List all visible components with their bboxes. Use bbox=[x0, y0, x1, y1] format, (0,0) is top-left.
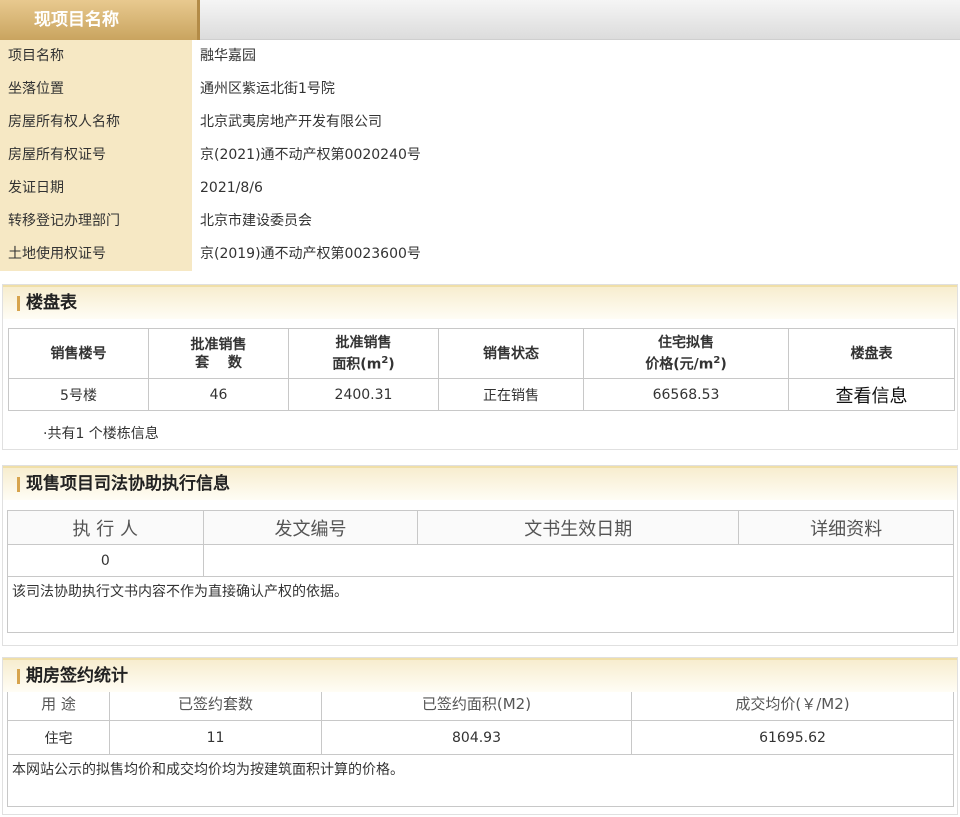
cell: 46 bbox=[148, 378, 289, 411]
table-row: 住宅 11 804.93 61695.62 bbox=[7, 720, 954, 755]
col-header: 批准销售 面积(m2) bbox=[288, 328, 439, 379]
info-value: 2021/8/6 bbox=[200, 180, 263, 196]
info-value: 京(2021)通不动产权第0020240号 bbox=[200, 147, 421, 163]
view-info-link[interactable]: 查看信息 bbox=[788, 378, 955, 411]
cell: 61695.62 bbox=[631, 720, 954, 755]
table-row: 5号楼 46 2400.31 正在销售 66568.53 查看信息 bbox=[8, 378, 955, 411]
info-row: 房屋所有权人名称 北京武夷房地产开发有限公司 bbox=[0, 106, 960, 139]
col-header: 销售状态 bbox=[438, 328, 584, 379]
info-label: 房屋所有权证号 bbox=[0, 139, 192, 172]
building-table-section: 楼盘表 销售楼号 批准销售套 数 批准销售 面积(m2) 销售状态 住宅拟售 价格(… bbox=[2, 284, 958, 450]
col-header: 文书生效日期 bbox=[417, 510, 740, 545]
col-header: 住宅拟售 价格(元/m2) bbox=[583, 328, 789, 379]
section-title: 现售项目司法协助执行信息 bbox=[3, 466, 957, 500]
section-title-text: 楼盘表 bbox=[26, 293, 77, 313]
info-row: 发证日期 2021/8/6 bbox=[0, 172, 960, 205]
judicial-note: 该司法协助执行文书内容不作为直接确认产权的依据。 bbox=[7, 577, 954, 633]
section-title: 楼盘表 bbox=[3, 285, 957, 319]
section-title-text: 期房签约统计 bbox=[26, 666, 128, 686]
title-bar-icon bbox=[17, 295, 20, 311]
cell: 5号楼 bbox=[8, 378, 149, 411]
title-bar-icon bbox=[17, 476, 20, 492]
building-count-note: ·共有1 个楼栋信息 bbox=[43, 426, 159, 442]
col-header: 楼盘表 bbox=[788, 328, 955, 379]
contract-section: 期房签约统计 用 途 已签约套数 已签约面积(M2) 成交均价(￥/M2) 住宅… bbox=[2, 657, 958, 815]
cell: 804.93 bbox=[321, 720, 632, 755]
info-value: 通州区紫运北街1号院 bbox=[200, 81, 335, 97]
info-label: 土地使用权证号 bbox=[0, 238, 192, 271]
tab-project-name[interactable]: 现项目名称 bbox=[0, 0, 200, 40]
info-row: 土地使用权证号 京(2019)通不动产权第0023600号 bbox=[0, 238, 960, 271]
judicial-section: 现售项目司法协助执行信息 执 行 人 发文编号 文书生效日期 详细资料 0 该司… bbox=[2, 465, 958, 646]
section-title: 期房签约统计 bbox=[3, 658, 957, 692]
info-label: 项目名称 bbox=[0, 40, 192, 73]
cell: 正在销售 bbox=[438, 378, 584, 411]
info-label: 坐落位置 bbox=[0, 73, 192, 106]
contract-table: 用 途 已签约套数 已签约面积(M2) 成交均价(￥/M2) 住宅 11 804… bbox=[7, 686, 954, 755]
col-header: 执 行 人 bbox=[7, 510, 204, 545]
judicial-table: 执 行 人 发文编号 文书生效日期 详细资料 0 bbox=[7, 510, 955, 577]
cell: 2400.31 bbox=[288, 378, 439, 411]
contract-note: 本网站公示的拟售均价和成交均价均为按建筑面积计算的价格。 bbox=[7, 755, 954, 807]
cell bbox=[202, 544, 955, 577]
info-value: 京(2019)通不动产权第0023600号 bbox=[200, 246, 421, 262]
info-value: 北京市建设委员会 bbox=[200, 213, 312, 229]
info-value: 融华嘉园 bbox=[200, 48, 256, 64]
cell: 66568.53 bbox=[583, 378, 789, 411]
col-header: 批准销售套 数 bbox=[148, 328, 289, 379]
info-label: 房屋所有权人名称 bbox=[0, 106, 192, 139]
title-bar-icon bbox=[17, 668, 20, 684]
col-header: 发文编号 bbox=[202, 510, 419, 545]
info-value: 北京武夷房地产开发有限公司 bbox=[200, 114, 382, 130]
section-title-text: 现售项目司法协助执行信息 bbox=[26, 474, 230, 494]
project-info: 项目名称 融华嘉园 坐落位置 通州区紫运北街1号院 房屋所有权人名称 北京武夷房地产开… bbox=[0, 40, 960, 271]
info-label: 转移登记办理部门 bbox=[0, 205, 192, 238]
info-row: 转移登记办理部门 北京市建设委员会 bbox=[0, 205, 960, 238]
building-table: 销售楼号 批准销售套 数 批准销售 面积(m2) 销售状态 住宅拟售 价格(元/m2… bbox=[8, 328, 955, 411]
cell: 住宅 bbox=[7, 720, 110, 755]
col-header: 详细资料 bbox=[738, 510, 954, 545]
info-row: 项目名称 融华嘉园 bbox=[0, 40, 960, 73]
table-row: 0 bbox=[7, 544, 955, 577]
info-row: 房屋所有权证号 京(2021)通不动产权第0020240号 bbox=[0, 139, 960, 172]
info-row: 坐落位置 通州区紫运北街1号院 bbox=[0, 73, 960, 106]
cell: 0 bbox=[7, 544, 204, 577]
tab-bar: 现项目名称 bbox=[0, 0, 960, 40]
col-header: 销售楼号 bbox=[8, 328, 149, 379]
info-label: 发证日期 bbox=[0, 172, 192, 205]
cell: 11 bbox=[109, 720, 322, 755]
